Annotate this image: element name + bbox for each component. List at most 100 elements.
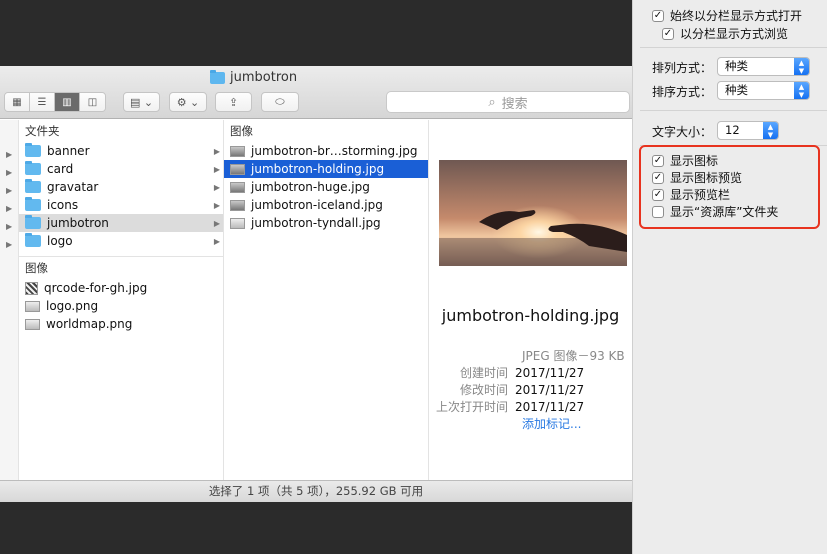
chevron-right-icon: ▶ <box>6 240 13 249</box>
sort-select[interactable]: 种类 ▲ ▼ <box>717 81 810 100</box>
file-row-selected[interactable]: jumbotron-holding.jpg <box>224 160 428 178</box>
arrange-value: 种类 <box>725 59 748 73</box>
group-icon: ▤ ⌄ <box>129 95 154 109</box>
icon-view-button[interactable]: ▦ <box>5 93 30 111</box>
section-header: 图像 <box>230 124 253 138</box>
folder-row[interactable]: logo ▶ <box>19 232 223 250</box>
divider <box>640 110 827 111</box>
arrange-label: 排列方式： <box>652 61 713 75</box>
file-row[interactable]: qrcode-for-gh.jpg <box>19 279 223 297</box>
previous-column[interactable]: ▶ ▶ ▶ ▶ ▶ ▶ <box>0 120 19 481</box>
action-menu-button[interactable]: ⚙ ⌄ <box>169 92 207 112</box>
section-header: 文件夹 <box>25 124 60 138</box>
folder-icon <box>25 197 41 211</box>
file-name: worldmap.png <box>46 317 133 331</box>
add-tags-link[interactable]: 添加标记... <box>429 415 581 432</box>
share-button[interactable]: ⇪ <box>215 92 252 112</box>
chevron-right-icon: ▶ <box>213 146 220 156</box>
file-row[interactable]: logo.png <box>19 297 223 315</box>
folder-icon <box>25 179 41 193</box>
file-name: jumbotron-huge.jpg <box>251 180 370 194</box>
folder-name: logo <box>47 234 73 248</box>
window-title-text: jumbotron <box>230 70 298 85</box>
chevron-right-icon: ▶ <box>6 168 13 177</box>
file-kind: JPEG 图像－93 KB <box>522 349 625 363</box>
file-column: 图像 jumbotron-br…storming.jpg jumbotron-h… <box>224 120 429 481</box>
folder-row[interactable]: banner ▶ <box>19 142 223 160</box>
image-thumbnail-icon <box>230 181 245 193</box>
sort-value: 种类 <box>725 83 748 97</box>
toolbar: jumbotron ▦ ☰ ▥ ◫ ▤ ⌄ ⚙ ⌄ ⇪ ⬭ ⌕ 搜索 <box>0 66 632 119</box>
checkbox-label: 始终以分栏显示方式打开 <box>670 9 803 23</box>
gallery-view-button[interactable]: ◫ <box>80 93 105 111</box>
checkbox-checked-icon: ✓ <box>662 27 674 40</box>
share-icon: ⇪ <box>228 95 239 109</box>
file-name: jumbotron-iceland.jpg <box>251 198 383 212</box>
folder-icon <box>25 215 41 229</box>
column-browser: ▶ ▶ ▶ ▶ ▶ ▶ 文件夹 banner ▶ card ▶ gravatar… <box>0 120 632 481</box>
file-row[interactable]: jumbotron-br…storming.jpg <box>224 142 428 160</box>
chevron-right-icon: ▶ <box>213 164 220 174</box>
preview-column: jumbotron-holding.jpg JPEG 图像－93 KB 创建时间… <box>429 120 632 481</box>
folder-row[interactable]: icons ▶ <box>19 196 223 214</box>
text-size-select[interactable]: 12 ▲ ▼ <box>717 121 779 140</box>
search-field[interactable]: ⌕ 搜索 <box>386 91 630 113</box>
file-name: qrcode-for-gh.jpg <box>44 281 148 295</box>
image-thumbnail-icon <box>230 217 245 229</box>
chevron-right-icon: ▶ <box>213 200 220 210</box>
meta-label: 创建时间 <box>459 366 508 380</box>
list-view-button[interactable]: ☰ <box>30 93 55 111</box>
browse-columns-checkbox[interactable]: ✓ 以分栏显示方式浏览 <box>662 25 788 42</box>
finder-window: jumbotron ▦ ☰ ▥ ◫ ▤ ⌄ ⚙ ⌄ ⇪ ⬭ ⌕ 搜索 ▶ ▶ ▶ <box>0 66 632 502</box>
image-thumbnail-icon <box>230 163 245 175</box>
chevron-right-icon: ▶ <box>213 218 220 228</box>
popup-arrows-icon: ▲ ▼ <box>794 82 809 99</box>
chevron-right-icon: ▶ <box>6 204 13 213</box>
folder-name: icons <box>47 198 79 212</box>
preview-filename: jumbotron-holding.jpg <box>441 306 620 325</box>
chevron-right-icon: ▶ <box>6 150 13 159</box>
gear-icon: ⚙ ⌄ <box>176 95 200 109</box>
folder-name: jumbotron <box>47 216 109 230</box>
folder-row[interactable]: gravatar ▶ <box>19 178 223 196</box>
meta-label: 上次打开时间 <box>435 400 508 414</box>
folder-name: card <box>47 162 74 176</box>
divider <box>640 47 827 48</box>
preview-image[interactable] <box>439 160 627 266</box>
folder-name: banner <box>47 144 90 158</box>
arrange-select[interactable]: 种类 ▲ ▼ <box>717 57 810 76</box>
checkbox-checked-icon: ✓ <box>652 9 664 22</box>
annotation-highlight-box <box>639 145 820 229</box>
image-thumbnail-icon <box>230 145 245 157</box>
chevron-right-icon: ▶ <box>213 182 220 192</box>
group-by-button[interactable]: ▤ ⌄ <box>123 92 160 112</box>
chevron-right-icon: ▶ <box>6 186 13 195</box>
chevron-right-icon: ▶ <box>213 236 220 246</box>
file-row[interactable]: jumbotron-tyndall.jpg <box>224 214 428 232</box>
status-bar: 选择了 1 项（共 5 项），255.92 GB 可用 <box>0 480 632 502</box>
chevron-right-icon: ▶ <box>6 222 13 231</box>
popup-arrows-icon: ▲ ▼ <box>763 122 778 139</box>
file-row[interactable]: jumbotron-iceland.jpg <box>224 196 428 214</box>
file-name: logo.png <box>46 299 99 313</box>
column-view-button[interactable]: ▥ <box>55 93 80 111</box>
folder-row[interactable]: card ▶ <box>19 160 223 178</box>
file-row[interactable]: worldmap.png <box>19 315 223 333</box>
sort-label: 排序方式： <box>652 85 713 99</box>
view-mode-control: ▦ ☰ ▥ ◫ <box>4 92 106 112</box>
image-thumbnail-icon <box>25 300 40 312</box>
image-thumbnail-icon <box>25 318 40 330</box>
always-open-columns-checkbox[interactable]: ✓ 始终以分栏显示方式打开 <box>652 7 802 24</box>
meta-value: 2017/11/27 <box>515 399 585 414</box>
meta-value: 2017/11/27 <box>515 382 585 397</box>
file-name: jumbotron-holding.jpg <box>251 162 385 176</box>
qrcode-thumbnail-icon <box>25 281 38 295</box>
folder-column: 文件夹 banner ▶ card ▶ gravatar ▶ icons ▶ j… <box>19 120 224 481</box>
folder-name: gravatar <box>47 180 99 194</box>
file-row[interactable]: jumbotron-huge.jpg <box>224 178 428 196</box>
folder-row-selected[interactable]: jumbotron ▶ <box>19 214 223 232</box>
preview-metadata: JPEG 图像－93 KB 创建时间 2017/11/27 修改时间 2017/… <box>429 347 632 432</box>
file-name: jumbotron-br…storming.jpg <box>251 144 418 158</box>
tags-button[interactable]: ⬭ <box>261 92 299 112</box>
checkbox-label: 以分栏显示方式浏览 <box>680 27 789 41</box>
